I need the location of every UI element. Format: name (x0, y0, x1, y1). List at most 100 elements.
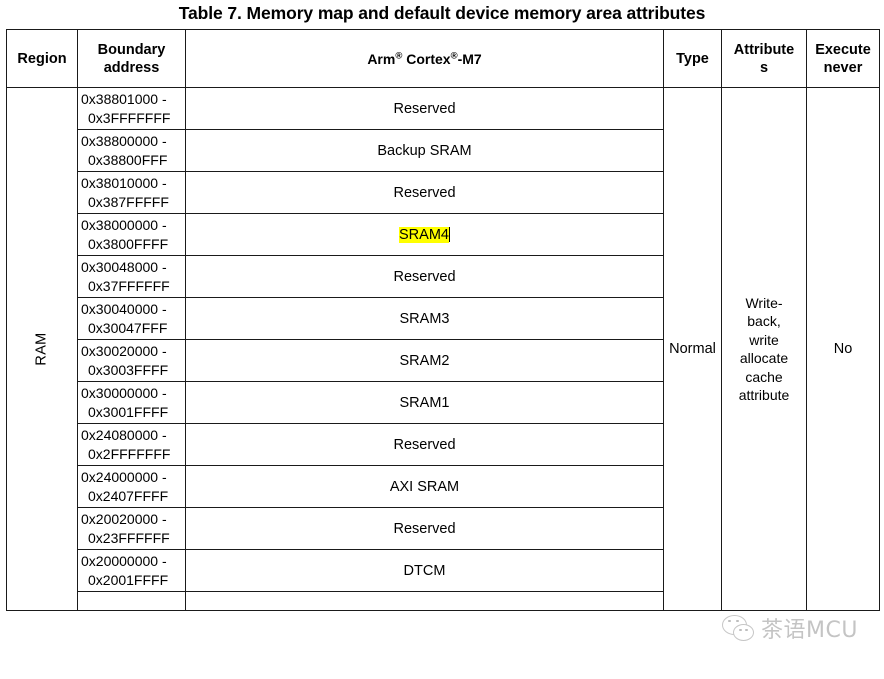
column-header-boundary-address: Boundary address (77, 29, 186, 88)
type-value: Normal (669, 341, 716, 357)
memory-area-label: Backup SRAM (377, 142, 472, 159)
column-header-execute-never: Execute never (806, 29, 880, 88)
registered-trademark-icon-2: ® (450, 49, 458, 61)
type-cell: Normal (663, 87, 722, 611)
region-cell-ram: RAM (6, 87, 78, 611)
column-header-type-label: Type (676, 50, 709, 67)
document-page: Table 7. Memory map and default device m… (0, 0, 884, 679)
memory-area-cell: SRAM4 (185, 213, 664, 256)
column-header-type: Type (663, 29, 722, 88)
boundary-address-end: 0x38800FFF (88, 151, 168, 168)
watermark: 茶语MCU (722, 612, 858, 644)
table-row: RAM 0x38801000 - 0x3FFFFFFF Reserved Normal W… (6, 87, 880, 611)
memory-area-cell: SRAM2 (185, 339, 664, 382)
column-header-description: Arm® Cortex®-M7 (185, 29, 664, 88)
boundary-address-cell: 0x20020000 - 0x23FFFFFF (77, 507, 186, 550)
memory-area-label: Reserved (393, 520, 456, 537)
table-body: RAM 0x38801000 - 0x3FFFFFFF Reserved Normal W… (6, 87, 880, 611)
boundary-address-start: 0x24080000 - (81, 426, 167, 443)
boundary-address-end: 0x2001FFFF (88, 571, 169, 588)
column-header-attributes-line1: Attribute (733, 41, 795, 58)
boundary-address-start: 0x38801000 - (81, 90, 167, 107)
memory-area-label: Reserved (393, 184, 456, 201)
column-header-attributes: Attribute s (721, 29, 807, 88)
memory-area-label: AXI SRAM (389, 478, 460, 495)
memory-map-table-container: Region Boundary address Arm® Cortex®-M7 … (6, 29, 880, 611)
column-header-attributes-line2: s (759, 59, 769, 76)
memory-area-label: Reserved (393, 100, 456, 117)
boundary-address-start: 0x30048000 - (81, 258, 167, 275)
memory-area-label: SRAM1 (399, 394, 450, 411)
boundary-address-start: 0x38800000 - (81, 132, 167, 149)
boundary-address-cell: 0x30048000 - 0x37FFFFFF (77, 255, 186, 298)
boundary-address-end: 0x3003FFFF (88, 361, 169, 378)
boundary-address-end: 0x3001FFFF (88, 403, 169, 420)
boundary-address-cell: 0x30000000 - 0x3001FFFF (77, 381, 186, 424)
boundary-address-end: 0x2FFFFFFF (88, 445, 171, 462)
wechat-icon (722, 614, 756, 642)
memory-map-table: Region Boundary address Arm® Cortex®-M7 … (6, 29, 880, 611)
boundary-address-start: 0x20020000 - (81, 510, 167, 527)
memory-area-label: SRAM3 (399, 310, 450, 327)
boundary-address-end: 0x2407FFFF (88, 487, 169, 504)
memory-area-cell (185, 591, 664, 611)
boundary-address-end: 0x37FFFFFF (88, 277, 170, 294)
boundary-address-end: 0x3800FFFF (88, 235, 169, 252)
boundary-address-cell: 0x20000000 - 0x2001FFFF (77, 549, 186, 592)
boundary-address-start: 0x24000000 - (81, 468, 167, 485)
memory-area-label: Reserved (393, 268, 456, 285)
table-header: Region Boundary address Arm® Cortex®-M7 … (6, 29, 880, 88)
boundary-address-start: 0x20000000 - (81, 552, 167, 569)
boundary-address-cell: 0x24080000 - 0x2FFFFFFF (77, 423, 186, 466)
memory-area-label: DTCM (403, 562, 446, 579)
memory-area-cell: DTCM (185, 549, 664, 592)
boundary-address-cell: 0x30040000 - 0x30047FFF (77, 297, 186, 340)
memory-area-cell: Reserved (185, 87, 664, 130)
memory-area-label: SRAM2 (399, 352, 450, 369)
watermark-text: 茶语MCU (761, 618, 858, 643)
memory-area-cell: Reserved (185, 423, 664, 466)
boundary-address-start: 0x38000000 - (81, 216, 167, 233)
column-header-region: Region (6, 29, 78, 88)
page-title: Table 7. Memory map and default device m… (178, 3, 706, 23)
column-header-description-arm: Arm (367, 50, 396, 67)
column-header-description-m7: -M7 (457, 50, 482, 67)
memory-area-cell: Backup SRAM (185, 129, 664, 172)
boundary-address-start: 0x30040000 - (81, 300, 167, 317)
memory-area-cell: Reserved (185, 255, 664, 298)
boundary-address-start: 0x38010000 - (81, 174, 167, 191)
boundary-address-cell: 0x24000000 - 0x2407FFFF (77, 465, 186, 508)
column-header-boundary-line1: Boundary (97, 41, 166, 58)
memory-area-cell: Reserved (185, 171, 664, 214)
text-cursor-caret (448, 226, 450, 242)
boundary-address-start: 0x30020000 - (81, 342, 167, 359)
column-header-execute-never-line1: Execute (815, 41, 871, 58)
memory-area-cell: AXI SRAM (185, 465, 664, 508)
column-header-description-cortex: Cortex (402, 50, 451, 67)
memory-area-label: Reserved (393, 436, 456, 453)
boundary-address-cell: 0x38000000 - 0x3800FFFF (77, 213, 186, 256)
memory-area-cell: Reserved (185, 507, 664, 550)
attributes-value: Write-back, write allocate cache attribute (738, 294, 790, 404)
boundary-address-cell: 0x30020000 - 0x3003FFFF (77, 339, 186, 382)
boundary-address-end: 0x3FFFFFFF (88, 109, 171, 126)
boundary-address-cell: 0x38800000 - 0x38800FFF (77, 129, 186, 172)
attributes-cell: Write-back, write allocate cache attribute (721, 87, 807, 611)
boundary-address-cell: 0x38801000 - 0x3FFFFFFF (77, 87, 186, 130)
highlighted-memory-area-label: SRAM4 (399, 226, 449, 243)
column-header-boundary-line2: address (103, 59, 160, 76)
column-header-region-label: Region (17, 50, 67, 67)
region-label: RAM (34, 332, 50, 366)
execute-never-cell: No (806, 87, 880, 611)
boundary-address-end: 0x23FFFFFF (88, 529, 170, 546)
execute-never-value: No (833, 341, 853, 357)
boundary-address-cell: 0x38010000 - 0x387FFFFF (77, 171, 186, 214)
memory-area-cell: SRAM3 (185, 297, 664, 340)
boundary-address-cell (77, 591, 186, 611)
memory-area-cell: SRAM1 (185, 381, 664, 424)
table-header-row: Region Boundary address Arm® Cortex®-M7 … (6, 29, 880, 88)
column-header-execute-never-line2: never (823, 59, 863, 76)
boundary-address-end: 0x387FFFFF (88, 193, 169, 210)
boundary-address-start: 0x30000000 - (81, 384, 167, 401)
boundary-address-end: 0x30047FFF (88, 319, 168, 336)
